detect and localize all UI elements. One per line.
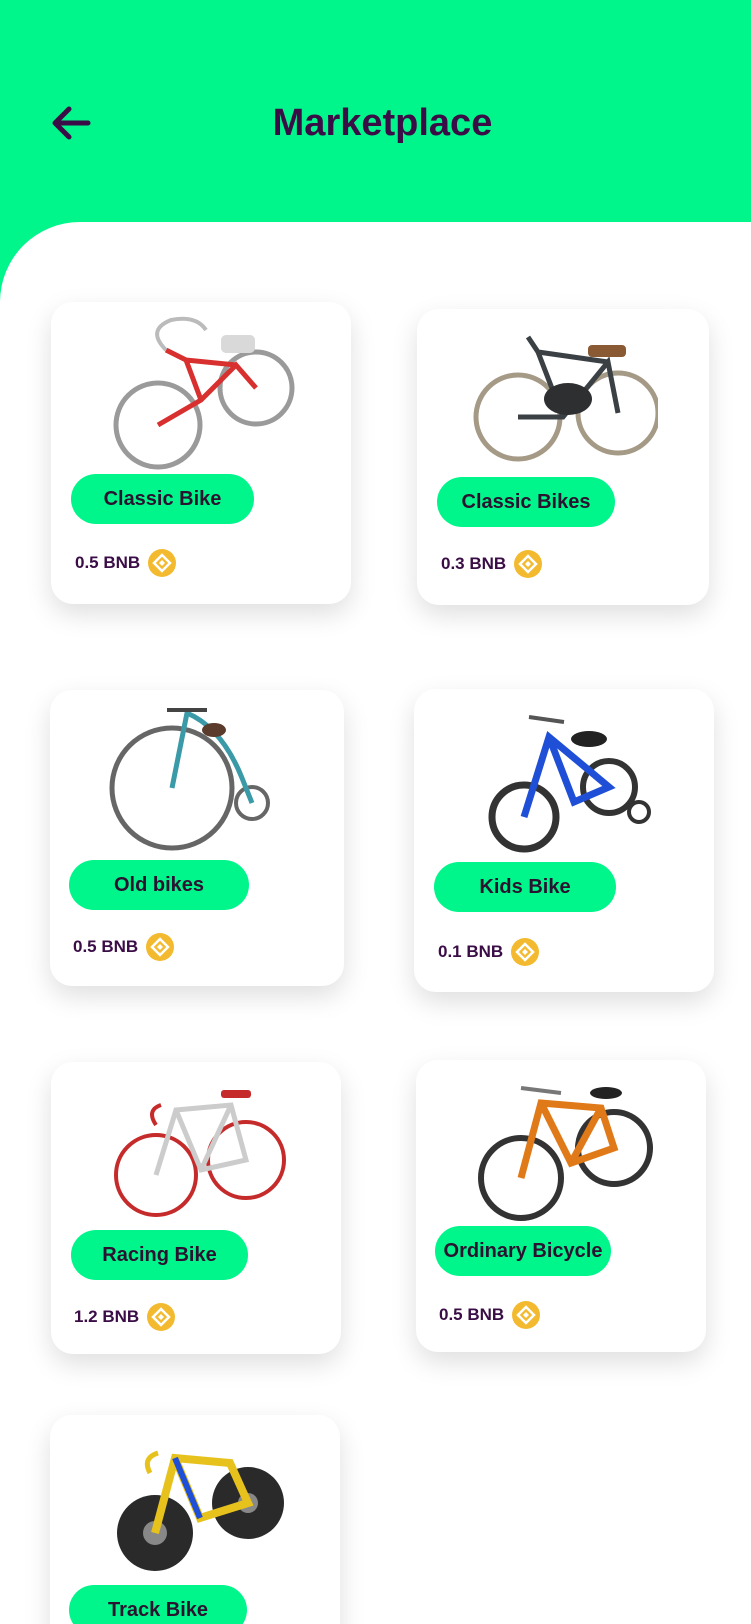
product-card-classic-bike[interactable]: Classic Bike 0.5 BNB (51, 302, 351, 604)
bnb-coin-icon (512, 1301, 541, 1329)
price-label: 0.5 BNB (75, 553, 141, 572)
price-label: 0.5 BNB (73, 937, 139, 956)
price-row: 0.3 BNB (441, 550, 543, 578)
product-name-pill[interactable]: Track Bike (69, 1585, 247, 1624)
price-row: 0.5 BNB (439, 1301, 541, 1329)
bike-image (416, 1068, 706, 1228)
product-name-pill[interactable]: Classic Bike (71, 474, 254, 524)
product-card-classic-bikes[interactable]: Classic Bikes 0.3 BNB (417, 309, 709, 605)
bike-image (417, 317, 709, 477)
price-label: 0.3 BNB (441, 554, 507, 573)
product-card-racing-bike[interactable]: Racing Bike 1.2 BNB (51, 1062, 341, 1354)
bike-image (50, 1423, 340, 1583)
bnb-coin-icon (146, 933, 175, 961)
bnb-coin-icon (147, 1303, 176, 1331)
bnb-coin-icon (148, 549, 177, 577)
price-row: 1.2 BNB (74, 1303, 176, 1331)
bnb-coin-icon (511, 938, 540, 966)
bike-image (51, 310, 351, 470)
product-card-kids-bike[interactable]: Kids Bike 0.1 BNB (414, 689, 714, 992)
bike-image (414, 697, 714, 857)
bnb-coin-icon (514, 550, 543, 578)
product-name-pill[interactable]: Ordinary Bicycle (435, 1226, 611, 1276)
price-row: 0.5 BNB (73, 933, 175, 961)
page-title: Marketplace (272, 102, 493, 144)
product-name-pill[interactable]: Classic Bikes (437, 477, 615, 527)
product-name-pill[interactable]: Old bikes (69, 860, 249, 910)
price-label: 1.2 BNB (74, 1307, 140, 1326)
price-label: 0.1 BNB (438, 942, 504, 961)
price-row: 0.5 BNB (75, 549, 177, 577)
price-row: 0.1 BNB (438, 938, 540, 966)
product-name-pill[interactable]: Racing Bike (71, 1230, 248, 1280)
bike-image (51, 1070, 341, 1230)
product-name-pill[interactable]: Kids Bike (434, 862, 616, 912)
bike-image (50, 698, 344, 858)
product-card-track-bike[interactable]: Track Bike (50, 1415, 340, 1624)
price-label: 0.5 BNB (439, 1305, 505, 1324)
product-card-old-bikes[interactable]: Old bikes 0.5 BNB (50, 690, 344, 986)
product-card-ordinary-bicycle[interactable]: Ordinary Bicycle 0.5 BNB (416, 1060, 706, 1352)
